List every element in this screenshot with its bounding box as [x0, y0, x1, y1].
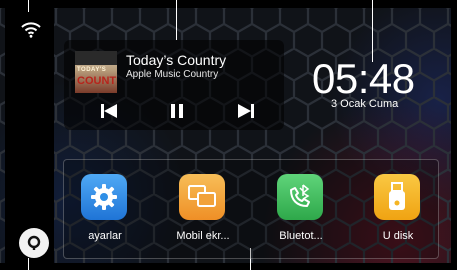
app-label: ayarlar	[88, 230, 122, 242]
album-art[interactable]: TODAY'S COUNTRY	[75, 51, 117, 93]
clock-time: 05:48	[312, 55, 415, 102]
app-usb-disk[interactable]: U disk	[365, 174, 425, 244]
usb-drive-icon	[374, 174, 420, 220]
app-label: Bluetot...	[279, 230, 323, 242]
app-label: Mobil ekr...	[176, 230, 230, 242]
callout-line	[176, 0, 177, 40]
callout-line	[28, 258, 29, 270]
callout-line	[372, 0, 373, 62]
now-playing-widget[interactable]: TODAY'S COUNTRY Today’s Country Apple Mu…	[64, 40, 284, 130]
app-screen-mirror[interactable]: Mobil ekr...	[170, 174, 230, 244]
voice-assistant-button[interactable]	[19, 228, 49, 258]
track-subtitle: Apple Music Country	[126, 69, 219, 80]
track-title: Today’s Country	[126, 52, 227, 68]
app-settings[interactable]: ayarlar	[72, 174, 132, 244]
screen-bezel-right	[451, 0, 457, 270]
callout-line	[28, 0, 29, 12]
previous-track-icon	[101, 104, 117, 118]
app-bluetooth-phone[interactable]: Bluetot...	[268, 174, 328, 244]
next-track-button[interactable]	[235, 101, 257, 121]
album-art-text: TODAY'S	[77, 67, 107, 73]
next-track-icon	[238, 104, 254, 118]
pause-button[interactable]	[166, 101, 188, 121]
screen-bezel-bottom	[0, 263, 457, 270]
screen-mirror-icon	[179, 174, 225, 220]
bluetooth-phone-icon	[277, 174, 323, 220]
album-art-text: COUNTRY	[77, 75, 117, 87]
clock-date: 3 Ocak Cuma	[331, 98, 399, 110]
settings-gear-icon	[81, 174, 127, 220]
voice-assistant-icon	[27, 235, 41, 250]
pause-icon	[171, 104, 183, 118]
screen-bezel-top	[0, 0, 457, 8]
sidebar	[5, 0, 54, 270]
wifi-icon	[21, 22, 41, 38]
app-label: U disk	[382, 230, 414, 242]
album-art-photo	[75, 51, 117, 65]
previous-track-button[interactable]	[98, 101, 120, 121]
